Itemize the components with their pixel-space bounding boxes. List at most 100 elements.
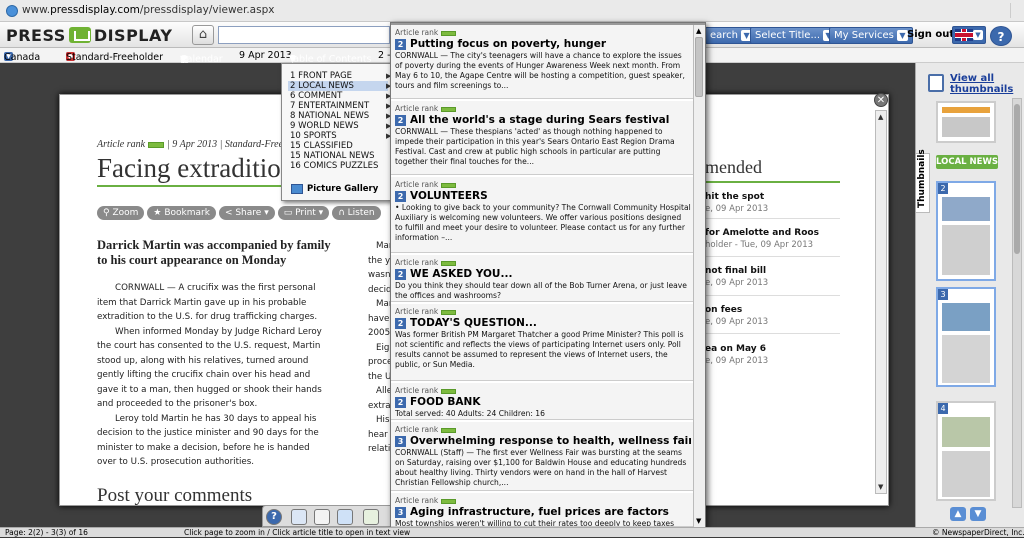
arrow-up-icon[interactable]: ▲ [950,507,966,521]
select-title-button[interactable]: Select Title...▼ [750,27,839,44]
recommended-item[interactable]: on fees e, 09 Apr 2013 [705,305,768,327]
toc-item[interactable]: 2 LOCAL NEWS [288,81,388,91]
close-article-button[interactable]: ✕ [874,93,888,107]
scroll-down-icon[interactable]: ▼ [878,483,883,491]
page-thumbnail[interactable]: 4 [936,401,996,501]
article-deck: Darrick Martin was accompanied by family… [97,238,331,267]
scroll-thumb[interactable] [1014,104,1020,254]
url-text[interactable]: www.pressdisplay.com/pressdisplay/viewer… [22,4,274,16]
article-scrollbar[interactable]: ▲ ▼ [875,110,887,494]
toc-item[interactable]: 7 ENTERTAINMENT [290,101,369,111]
page-thumbnail[interactable]: 2 [936,181,996,281]
toc-item[interactable]: 10 SPORTS [290,131,337,141]
bookmark-button[interactable]: ★ Bookmark [147,206,216,220]
recommended-item[interactable]: ea on May 6 e, 09 Apr 2013 [705,344,768,366]
arrow-down-icon[interactable]: ▼ [970,507,986,521]
headline-text[interactable]: Putting focus on poverty, hunger [410,38,606,50]
article-headline[interactable]: 2 VOLUNTEERS [395,190,691,202]
recommended-item[interactable]: not final bill e, 09 Apr 2013 [705,266,768,288]
headline-text[interactable]: Overwhelming response to health, wellnes… [410,435,691,447]
list-scrollbar[interactable]: ▲ ▼ [693,25,705,527]
article-rank-label: Article rank [395,258,439,267]
article-headline[interactable]: 2 FOOD BANK [395,396,691,408]
toc-item[interactable]: 8 NATIONAL NEWS [290,111,369,121]
listen-button[interactable]: ∩ Listen [332,206,381,220]
recommended-item-title[interactable]: hit the spot [705,192,768,202]
recommended-item-title[interactable]: ea on May 6 [705,344,768,354]
title-divider [97,185,297,187]
article-entry[interactable]: Article rank 2 FOOD BANK Total served: 40 A… [395,386,691,419]
scroll-up-icon[interactable]: ▲ [878,113,883,121]
article-entry[interactable]: Article rank 2 Putting focus on poverty, h… [395,28,691,98]
zoom-icon[interactable] [363,509,379,525]
recommended-item[interactable]: for Amelotte and Roos holder - Tue, 09 Ap… [705,228,819,250]
search-input[interactable] [218,26,390,44]
zoom-label: Zoom [112,208,139,218]
toc-item[interactable]: 6 COMMENT [290,91,342,101]
headline-text[interactable]: Aging infrastructure, fuel prices are fa… [410,506,669,518]
scroll-down-icon[interactable]: ▼ [696,517,701,525]
toc-item[interactable]: 1 FRONT PAGE [290,71,352,81]
headline-text[interactable]: VOLUNTEERS [410,190,488,202]
url-bar-dropdown[interactable] [1010,3,1022,18]
rank-bar [441,388,457,394]
zoom-button[interactable]: ⚲ Zoom [97,206,145,220]
thumbnails-scrollbar[interactable] [1012,98,1022,508]
article-headline[interactable]: 3 Aging infrastructure, fuel prices are f… [395,506,691,518]
recommended-item[interactable]: hit the spot e, 09 Apr 2013 [705,192,768,214]
chevron-down-icon: ▾ [315,208,324,218]
headline-text[interactable]: FOOD BANK [410,396,480,408]
toc-item[interactable]: 15 NATIONAL NEWS [290,151,375,161]
toc-item[interactable]: 15 CLASSIFIED [290,141,353,151]
help-button[interactable]: ? [990,26,1012,46]
pages-icon[interactable] [928,74,944,92]
article-entry[interactable]: Article rank 2 WE ASKED YOU... Do you think… [395,258,691,301]
sign-out-link[interactable]: Sign out [907,29,954,40]
article-headline[interactable]: 2 Putting focus on poverty, hunger [395,38,691,50]
article-entry[interactable]: Article rank 2 All the world's a stage dur… [395,104,691,174]
article-title: Facing extraditio [97,153,281,183]
article-paragraph: When informed Monday by Judge Richard Le… [97,326,322,410]
thumbnails-tab[interactable]: Thumbnails [916,149,930,213]
article-headline[interactable]: 2 TODAY'S QUESTION... [395,317,691,329]
pressdisplay-logo[interactable]: PRESS DISPLAY [6,26,172,45]
article-headline[interactable]: 2 WE ASKED YOU... [395,268,691,280]
home-button[interactable]: ⌂ [192,25,214,45]
page-view-icon[interactable] [337,509,353,525]
my-services-button[interactable]: My Services ▼ [829,27,913,44]
page-thumbnail[interactable] [936,101,996,143]
scroll-up-icon[interactable]: ▲ [696,27,701,35]
recommended-item-title[interactable]: not final bill [705,266,768,276]
picture-gallery-link[interactable]: Picture Gallery [307,184,378,194]
toc-item[interactable]: 16 COMICS PUZZLES [290,161,378,171]
country-label: Canada [4,52,41,63]
fullscreen-icon[interactable] [291,509,307,525]
print-button[interactable]: ▭ Print ▾ [277,206,330,220]
article-entry[interactable]: Article rank 2 TODAY'S QUESTION... Was form… [395,307,691,380]
uk-flag-icon [955,29,973,41]
headline-text[interactable]: All the world's a stage during Sears fes… [410,114,669,126]
home-icon: ⌂ [198,27,208,42]
browser-url-bar[interactable]: www.pressdisplay.com/pressdisplay/viewer… [0,0,1024,22]
article-rank: Article rank [395,307,691,316]
scroll-thumb[interactable] [695,37,703,97]
headline-text[interactable]: TODAY'S QUESTION... [410,317,537,329]
divider [705,218,840,219]
recommended-item-title[interactable]: on fees [705,305,768,315]
article-entry[interactable]: Article rank 3 Aging infrastructure, fuel … [395,496,691,526]
grid-view-icon[interactable] [314,509,330,525]
star-icon: ★ [153,208,165,218]
help-icon[interactable]: ? [266,509,282,525]
headline-text[interactable]: WE ASKED YOU... [410,268,512,280]
article-headline[interactable]: 3 Overwhelming response to health, wellne… [395,435,691,447]
article-entry[interactable]: Article rank 3 Overwhelming response to he… [395,425,691,490]
article-headline[interactable]: 2 All the world's a stage during Sears fe… [395,114,691,126]
article-rank-label: Article rank [395,104,439,113]
recommended-item-title[interactable]: for Amelotte and Roos [705,228,819,238]
language-button[interactable]: ▼ [952,26,986,44]
page-thumbnail[interactable]: 3 [936,287,996,387]
toc-item[interactable]: 9 WORLD NEWS [290,121,359,131]
view-all-thumbnails-link[interactable]: View all thumbnails [950,73,1024,95]
article-entry[interactable]: Article rank 2 VOLUNTEERS • Looking to give… [395,180,691,252]
share-button[interactable]: < Share ▾ [218,206,275,220]
